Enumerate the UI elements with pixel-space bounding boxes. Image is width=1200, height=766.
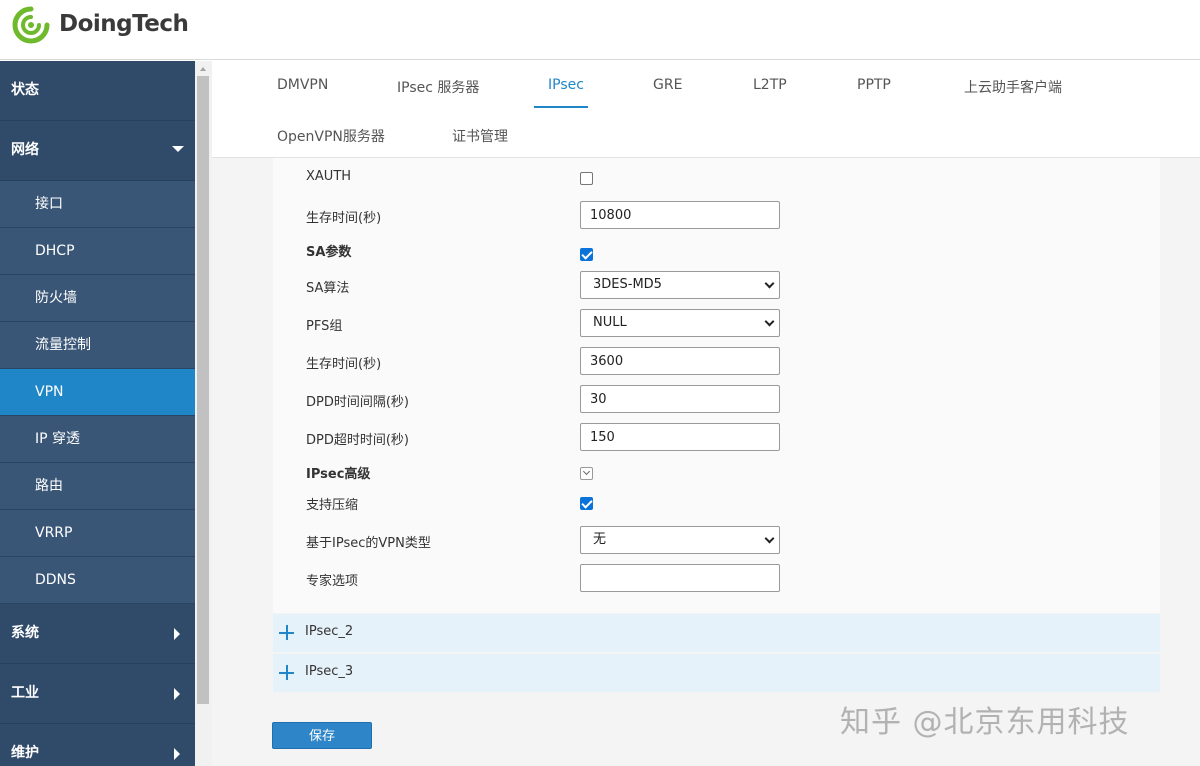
sidebar-item-label: 网络 — [11, 142, 39, 158]
scrollbar-thumb[interactable] — [197, 76, 209, 704]
sa-params-checkbox[interactable] — [580, 248, 593, 261]
sidebar: 状态 网络 接口 DHCP 防火墙 流量控制 VPN IP 穿透 路由 VRRP… — [0, 61, 195, 766]
sa-algorithm-label: SA算法 — [306, 281, 350, 296]
sa-params-label: SA参数 — [306, 245, 352, 260]
tab-dmvpn[interactable]: DMVPN — [277, 77, 328, 93]
doingtech-logo-icon — [12, 6, 50, 44]
select-value: 3DES-MD5 — [593, 277, 662, 292]
tab-ipsec-server[interactable]: IPsec 服务器 — [397, 77, 479, 97]
sidebar-item-system[interactable]: 系统 — [0, 604, 195, 664]
tab-l2tp[interactable]: L2TP — [753, 77, 787, 93]
sidebar-item-label: 接口 — [35, 196, 63, 212]
sidebar-item-status[interactable]: 状态 — [0, 61, 195, 121]
sidebar-item-maintenance[interactable]: 维护 — [0, 724, 195, 766]
chevron-down-icon — [764, 278, 775, 289]
sidebar-scrollbar[interactable] — [195, 61, 212, 766]
xauth-checkbox[interactable] — [580, 172, 593, 185]
chevron-down-icon — [764, 533, 775, 544]
sidebar-item-label: 路由 — [35, 478, 63, 494]
tab-pptp[interactable]: PPTP — [857, 77, 891, 93]
sa-lifetime-label: 生存时间(秒) — [306, 357, 382, 372]
accordion-label: IPsec_2 — [305, 624, 354, 639]
sidebar-item-network[interactable]: 网络 — [0, 121, 195, 181]
sidebar-item-routing[interactable]: 路由 — [0, 463, 195, 510]
dpd-interval-input[interactable] — [580, 385, 780, 413]
chevron-right-icon — [174, 688, 180, 700]
xauth-label: XAUTH — [306, 169, 352, 184]
sidebar-item-label: 防火墙 — [35, 290, 77, 306]
sidebar-item-label: 维护 — [11, 745, 39, 761]
ike-lifetime-input[interactable] — [580, 201, 780, 229]
sidebar-item-label: IP 穿透 — [35, 431, 81, 447]
scroll-up-arrow-icon[interactable] — [200, 67, 206, 71]
sidebar-item-traffic-control[interactable]: 流量控制 — [0, 322, 195, 369]
sa-algorithm-select[interactable]: 3DES-MD5 — [580, 271, 780, 299]
sidebar-item-ip-passthrough[interactable]: IP 穿透 — [0, 416, 195, 463]
tab-openvpn-server[interactable]: OpenVPN服务器 — [277, 126, 385, 146]
expert-options-label: 专家选项 — [306, 574, 359, 589]
chevron-down-icon — [172, 146, 184, 152]
vpn-tabs: DMVPN IPsec 服务器 IPsec GRE L2TP PPTP 上云助手… — [212, 61, 1200, 158]
dpd-interval-label: DPD时间间隔(秒) — [306, 395, 410, 410]
sidebar-item-ddns[interactable]: DDNS — [0, 557, 195, 604]
sidebar-item-label: 系统 — [11, 625, 39, 641]
pfs-group-label: PFS组 — [306, 319, 343, 334]
sidebar-item-dhcp[interactable]: DHCP — [0, 228, 195, 275]
chevron-down-icon — [764, 316, 775, 327]
chevron-right-icon — [174, 628, 180, 640]
ipsec-advanced-label: IPsec高级 — [306, 467, 371, 482]
sidebar-item-label: VRRP — [35, 525, 73, 541]
chevron-right-icon — [174, 748, 180, 760]
dpd-timeout-label: DPD超时时间(秒) — [306, 433, 410, 448]
sidebar-item-label: DDNS — [35, 572, 76, 588]
lifetime-label: 生存时间(秒) — [306, 211, 382, 226]
sidebar-item-vrrp[interactable]: VRRP — [0, 510, 195, 557]
sidebar-item-label: VPN — [35, 384, 64, 400]
plus-icon — [279, 625, 294, 640]
tab-cloud-assistant-client[interactable]: 上云助手客户端 — [964, 77, 1062, 97]
ipsec-advanced-toggle[interactable] — [580, 467, 593, 480]
top-header: DoingTech — [0, 0, 1200, 60]
compression-label: 支持压缩 — [306, 498, 359, 513]
vpn-type-select[interactable]: 无 — [580, 526, 780, 554]
select-value: NULL — [593, 315, 627, 330]
sidebar-item-label: 状态 — [11, 82, 39, 98]
active-tab-indicator — [534, 106, 588, 108]
plus-icon — [279, 665, 294, 680]
tab-gre[interactable]: GRE — [653, 77, 682, 93]
sidebar-item-firewall[interactable]: 防火墙 — [0, 275, 195, 322]
pfs-group-select[interactable]: NULL — [580, 309, 780, 337]
vpn-type-label: 基于IPsec的VPN类型 — [306, 536, 431, 551]
accordion-label: IPsec_3 — [305, 664, 354, 679]
sa-lifetime-input[interactable] — [580, 347, 780, 375]
compression-checkbox[interactable] — [580, 497, 593, 510]
accordion-ipsec-2[interactable]: IPsec_2 — [273, 613, 1160, 652]
tab-certificate-management[interactable]: 证书管理 — [452, 126, 508, 146]
sidebar-item-vpn[interactable]: VPN — [0, 369, 195, 416]
main-content: DMVPN IPsec 服务器 IPsec GRE L2TP PPTP 上云助手… — [212, 61, 1200, 766]
sidebar-item-label: 流量控制 — [35, 337, 91, 353]
ipsec-settings-panel: XAUTH 生存时间(秒) SA参数 SA算法 3DES-MD5 PFS组 NU… — [273, 158, 1160, 613]
watermark: 知乎 @北京东用科技 — [840, 705, 1130, 740]
tab-ipsec[interactable]: IPsec — [548, 77, 584, 93]
accordion-ipsec-3[interactable]: IPsec_3 — [273, 653, 1160, 692]
select-value: 无 — [593, 532, 607, 547]
brand-name: DoingTech — [59, 11, 189, 37]
dpd-timeout-input[interactable] — [580, 423, 780, 451]
expert-options-input[interactable] — [580, 564, 780, 592]
sidebar-item-industry[interactable]: 工业 — [0, 664, 195, 724]
save-button[interactable]: 保存 — [272, 722, 372, 749]
sidebar-item-interface[interactable]: 接口 — [0, 181, 195, 228]
sidebar-item-label: 工业 — [11, 685, 39, 701]
sidebar-item-label: DHCP — [35, 243, 75, 259]
